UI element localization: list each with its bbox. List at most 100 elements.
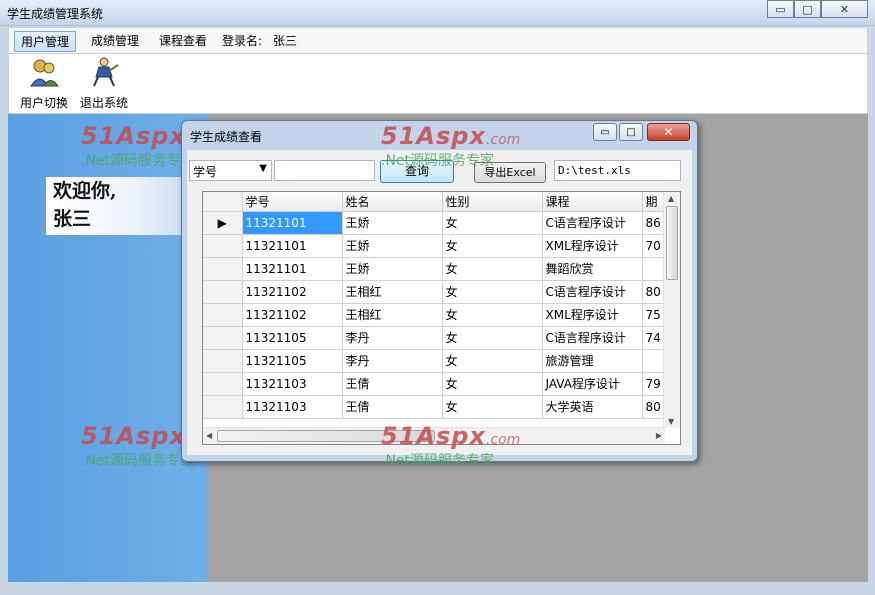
table-row[interactable]: 11321103 王倩女大学英语 80 (203, 395, 673, 419)
welcome-line-2: 张三 (53, 208, 92, 230)
watermark-domain: .com (485, 132, 521, 148)
table-row[interactable]: 11321101 王娇女 XML程序设计 70 (203, 234, 673, 258)
watermark-tagline: .Net源码服务专家 (381, 453, 495, 469)
table-row[interactable]: 11321105 李丹女 C语言程序设计 74 (203, 326, 673, 350)
score-grid[interactable]: 学号 姓名 性别 课程 期 ▶ 11321101 王娇女 C语言程序设计 86 11321… (202, 191, 681, 445)
table-cell[interactable]: 11321101 (242, 211, 343, 235)
table-row[interactable]: 11321102 王相红女 C语言程序设计 80 (203, 280, 673, 304)
chevron-down-icon: ▼ (259, 163, 267, 174)
table-cell[interactable]: 王倩 (342, 395, 443, 419)
table-cell[interactable]: 11321102 (242, 280, 343, 304)
score-view-dialog: 学生成绩查看 ▭ □ ✕ 学号 ▼ 查询 导出Excel D:\test.xls… (181, 120, 698, 462)
table-cell[interactable]: 王娇 (342, 257, 443, 281)
column-header[interactable]: 姓名 (342, 192, 443, 212)
table-cell[interactable]: 11321102 (242, 303, 343, 327)
table-cell[interactable]: 大学英语 (542, 395, 643, 419)
table-cell[interactable]: C语言程序设计 (542, 280, 643, 304)
table-cell[interactable]: 11321101 (242, 257, 343, 281)
table-cell[interactable]: 李丹 (342, 326, 443, 350)
scroll-right-icon[interactable]: ▶ (656, 431, 662, 440)
dialog-title: 学生成绩查看 (190, 130, 263, 144)
table-row[interactable]: 11321101 王娇女舞蹈欣赏 (203, 257, 673, 281)
table-row[interactable]: 11321102 王相红女 XML程序设计 75 (203, 303, 673, 327)
exit-system-button[interactable]: 退出系统 (75, 57, 133, 110)
watermark: 51Aspx.com .Net源码服务专家 (381, 124, 520, 168)
scroll-left-icon[interactable]: ◀ (206, 431, 212, 440)
table-cell[interactable]: C语言程序设计 (542, 211, 643, 235)
users-icon (30, 59, 59, 87)
export-path-input[interactable]: D:\test.xls (554, 160, 681, 181)
table-cell[interactable]: 王娇 (342, 211, 443, 235)
row-header[interactable] (203, 372, 243, 396)
table-cell[interactable]: 11321105 (242, 349, 343, 373)
table-cell[interactable]: 女 (442, 349, 543, 373)
table-cell[interactable]: 女 (442, 326, 543, 350)
exit-system-label: 退出系统 (79, 96, 128, 110)
row-header[interactable] (203, 234, 243, 258)
watermark-logo: 51Aspx (81, 422, 186, 450)
row-header[interactable] (203, 395, 243, 419)
table-cell[interactable]: 11321101 (242, 234, 343, 258)
table-cell[interactable]: 11321103 (242, 395, 343, 419)
table-cell[interactable]: 11321105 (242, 326, 343, 350)
row-header[interactable] (203, 326, 243, 350)
watermark-logo: 51Aspx (381, 122, 486, 150)
maximize-icon: □ (802, 2, 813, 16)
menu-course-view[interactable]: 课程查看 (153, 31, 213, 52)
app-title: 学生成绩管理系统 (7, 7, 104, 21)
table-cell[interactable]: 李丹 (342, 349, 443, 373)
dialog-maximize-button[interactable]: □ (619, 123, 643, 141)
welcome-line-1: 欢迎你, (53, 180, 117, 202)
table-cell[interactable]: 女 (442, 280, 543, 304)
menu-score-management[interactable]: 成绩管理 (85, 31, 145, 52)
table-cell[interactable]: 女 (442, 257, 543, 281)
scroll-up-icon[interactable]: ▲ (668, 194, 674, 203)
vertical-scroll-thumb[interactable] (666, 206, 678, 280)
table-cell[interactable]: XML程序设计 (542, 234, 643, 258)
switch-user-button[interactable]: 用户切换 (15, 57, 73, 110)
menu-user-management[interactable]: 用户管理 (14, 31, 77, 52)
column-header[interactable]: 课程 (542, 192, 643, 212)
column-header[interactable]: 学号 (242, 192, 343, 212)
table-cell[interactable]: 女 (442, 234, 543, 258)
scroll-down-icon[interactable]: ▼ (668, 417, 674, 426)
table-cell[interactable]: 旅游管理 (542, 349, 643, 373)
table-row[interactable]: ▶ 11321101 王娇女 C语言程序设计 86 (203, 211, 673, 235)
watermark-tagline: .Net源码服务专家 (381, 153, 495, 169)
table-cell[interactable]: 女 (442, 211, 543, 235)
dialog-close-button[interactable]: ✕ (647, 123, 690, 141)
table-cell[interactable]: 王相红 (342, 303, 443, 327)
row-header[interactable] (203, 349, 243, 373)
minimize-button[interactable]: ▭ (767, 0, 794, 18)
maximize-button[interactable]: □ (794, 0, 821, 18)
table-cell[interactable]: 女 (442, 395, 543, 419)
vertical-scrollbar[interactable]: ▲ ▼ (663, 192, 680, 428)
table-cell[interactable]: JAVA程序设计 (542, 372, 643, 396)
close-icon: ✕ (839, 2, 850, 16)
row-header[interactable] (203, 280, 243, 304)
row-header[interactable] (203, 257, 243, 281)
dialog-body: 学号 ▼ 查询 导出Excel D:\test.xls 学号 姓名 性别 课程 … (187, 150, 692, 455)
field-select[interactable]: 学号 ▼ (189, 160, 272, 181)
table-row[interactable]: 11321103 王倩女 JAVA程序设计 79 (203, 372, 673, 396)
table-cell[interactable]: 女 (442, 372, 543, 396)
table-cell[interactable]: C语言程序设计 (542, 326, 643, 350)
dialog-minimize-button[interactable]: ▭ (593, 123, 617, 141)
table-cell[interactable]: 11321103 (242, 372, 343, 396)
column-header[interactable]: 性别 (442, 192, 543, 212)
watermark-domain: .com (485, 432, 521, 448)
current-row-indicator[interactable]: ▶ (203, 211, 243, 235)
switch-user-label: 用户切换 (19, 96, 68, 110)
login-name: 张三 (273, 34, 298, 48)
table-row[interactable]: 11321105 李丹女旅游管理 (203, 349, 673, 373)
table-cell[interactable]: 王相红 (342, 280, 443, 304)
close-button[interactable]: ✕ (821, 0, 868, 18)
table-cell[interactable]: 舞蹈欣赏 (542, 257, 643, 281)
search-input[interactable] (274, 160, 375, 181)
field-select-value: 学号 (193, 165, 218, 179)
table-cell[interactable]: 王娇 (342, 234, 443, 258)
table-cell[interactable]: XML程序设计 (542, 303, 643, 327)
row-header[interactable] (203, 303, 243, 327)
table-cell[interactable]: 王倩 (342, 372, 443, 396)
table-cell[interactable]: 女 (442, 303, 543, 327)
